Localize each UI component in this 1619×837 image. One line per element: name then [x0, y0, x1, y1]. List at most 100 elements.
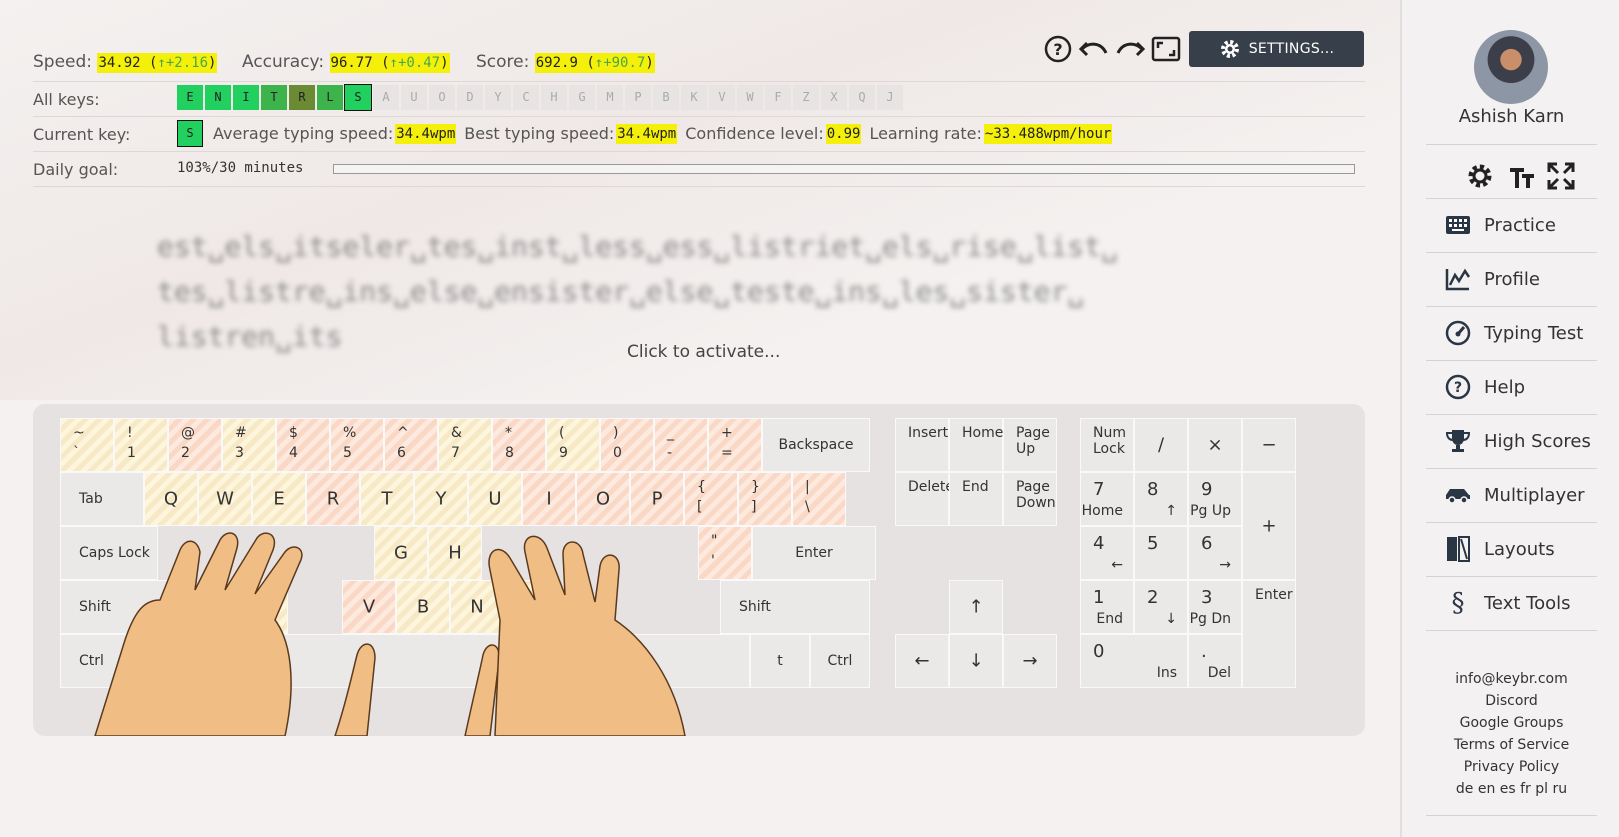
sidebar-item-text-tools[interactable]: § Text Tools — [1426, 576, 1597, 631]
fullscreen-icon[interactable] — [1151, 34, 1181, 64]
score-stat: Score: 692.9 (↑+90.7) — [476, 52, 655, 73]
sidebar-item-help[interactable]: ? Help — [1426, 360, 1597, 415]
all-keys-label: All keys: — [33, 90, 100, 109]
practice-text[interactable]: est␣els␣itseler␣tes␣inst␣less␣ess␣listri… — [157, 224, 1177, 359]
avg-speed-label: Average typing speed: — [213, 124, 394, 143]
key-num-2: 2 ↓ — [1134, 580, 1188, 634]
sidebar-item-multiplayer[interactable]: Multiplayer — [1426, 468, 1597, 523]
key-3: #3 — [222, 418, 276, 472]
avg-speed-value: 34.4wpm — [395, 123, 457, 144]
key-9: (9 — [546, 418, 600, 472]
key-stat-v: V — [709, 85, 735, 110]
avatar[interactable] — [1474, 30, 1548, 104]
key-num-enter: Enter — [1242, 580, 1296, 688]
sidebar-item-practice[interactable]: Practice — [1426, 198, 1597, 253]
sidebar-item-label: Text Tools — [1484, 592, 1571, 614]
key-stat-b: B — [653, 85, 679, 110]
footer-link[interactable]: info@keybr.com — [1402, 668, 1619, 690]
key-num-4: 4 ← — [1080, 526, 1134, 580]
key-stat-c: C — [513, 85, 539, 110]
key-num-div: / — [1134, 418, 1188, 472]
key-arrow-right: → — [1003, 634, 1057, 688]
key-arrow-left: ← — [895, 634, 949, 688]
key-stat-j: J — [877, 85, 903, 110]
footer-link[interactable]: Terms of Service — [1402, 734, 1619, 756]
key-end: End — [949, 472, 1003, 526]
sidebar-item-typing-test[interactable]: Typing Test — [1426, 306, 1597, 361]
key-6: ^ 6 — [384, 418, 438, 472]
key-0: ) 0 — [600, 418, 654, 472]
user-name[interactable]: Ashish Karn — [1402, 106, 1619, 127]
svg-text:?: ? — [1053, 40, 1062, 59]
confidence-label: Confidence level: — [685, 124, 824, 143]
key-stat-f: F — [765, 85, 791, 110]
all-keys-list: ENITRLSAUODYCHGMPBKVWFZXQJ — [177, 84, 905, 111]
font-size-icon[interactable] — [1506, 160, 1536, 196]
practice-line: tes␣listre␣ins␣else␣ensister␣else␣teste␣… — [157, 275, 1085, 308]
key-num-0: 0 Ins — [1080, 634, 1188, 688]
key-backspace: Backspace — [762, 418, 870, 472]
key-stat-x: X — [821, 85, 847, 110]
layouts-icon — [1444, 535, 1472, 563]
settings-label: SETTINGS... — [1248, 41, 1335, 57]
key-stat-a: A — [373, 85, 399, 110]
theme-icon[interactable] — [1464, 160, 1496, 196]
footer-link[interactable]: Discord — [1402, 690, 1619, 712]
sidebar-item-label: Layouts — [1484, 538, 1555, 560]
key-1: ! 1 — [114, 418, 168, 472]
undo-icon[interactable] — [1079, 34, 1109, 64]
key-stat-m: M — [597, 85, 623, 110]
score-value: 692.9 (↑+90.7) — [534, 53, 655, 73]
footer-link[interactable]: Google Groups — [1402, 712, 1619, 734]
all-keys-row: All keys: ENITRLSAUODYCHGMPBKVWFZXQJ — [33, 81, 1365, 116]
redo-icon[interactable] — [1115, 34, 1145, 64]
sidebar-item-layouts[interactable]: Layouts — [1426, 522, 1597, 577]
key-stat-t: T — [261, 85, 287, 110]
daily-goal-row: Daily goal: 103%/30 minutes — [33, 151, 1365, 187]
divider — [1426, 815, 1597, 816]
key-2: @2 — [168, 418, 222, 472]
speed-stat: Speed: 34.92 (↑+2.16) — [33, 52, 218, 73]
key-=: + = — [708, 418, 762, 472]
key-home: Home — [949, 418, 1003, 472]
key-tab: Tab — [60, 472, 144, 526]
key-num-mul: × — [1188, 418, 1242, 472]
key-num-3: 3 Pg Dn — [1188, 580, 1242, 634]
help-icon: ? — [1444, 373, 1472, 401]
key-o: O — [576, 472, 630, 526]
key-num-6: 6 → — [1188, 526, 1242, 580]
accuracy-label: Accuracy: — [242, 52, 325, 72]
gear-icon — [1220, 40, 1239, 58]
key-num-9: 9 Pg Up — [1188, 472, 1242, 526]
divider — [1426, 144, 1597, 145]
key-stat-d: D — [457, 85, 483, 110]
learning-rate-value: ~33.488wpm/hour — [983, 123, 1113, 144]
key-bracket-2: | \ — [792, 472, 846, 526]
current-key-badge: S — [177, 120, 203, 147]
footer-link[interactable]: Privacy Policy — [1402, 756, 1619, 778]
click-to-activate[interactable]: Click to activate... — [627, 342, 780, 362]
best-speed-label: Best typing speed: — [464, 124, 615, 143]
key-bracket-1: }] — [738, 472, 792, 526]
key-stat-u: U — [401, 85, 427, 110]
key-num-8: 8 ↑ — [1134, 472, 1188, 526]
key-num-7: 7 Home — [1080, 472, 1134, 526]
practice-line: est␣els␣itseler␣tes␣inst␣less␣ess␣listri… — [157, 230, 1118, 263]
sidebar-item-high-scores[interactable]: High Scores — [1426, 414, 1597, 469]
sidebar-item-label: Practice — [1484, 214, 1556, 236]
key-stat-n: N — [205, 85, 231, 110]
key-stat-s: S — [344, 84, 372, 111]
fullscreen-icon[interactable] — [1546, 160, 1576, 196]
footer-link[interactable]: de en es fr pl ru — [1402, 778, 1619, 800]
best-speed-value: 34.4wpm — [616, 123, 678, 144]
key-stat-l: L — [317, 85, 343, 110]
current-key-details: S Average typing speed: 34.4wpm Best typ… — [177, 120, 1113, 147]
key-4: $4 — [276, 418, 330, 472]
help-circle-icon[interactable]: ? — [1043, 34, 1073, 64]
sidebar-item-profile[interactable]: Profile — [1426, 252, 1597, 307]
settings-button[interactable]: SETTINGS... — [1189, 31, 1364, 67]
key--: _ - — [654, 418, 708, 472]
key-stat-r: R — [289, 85, 315, 110]
learning-rate-label: Learning rate: — [869, 124, 982, 143]
key-stat-q: Q — [849, 85, 875, 110]
